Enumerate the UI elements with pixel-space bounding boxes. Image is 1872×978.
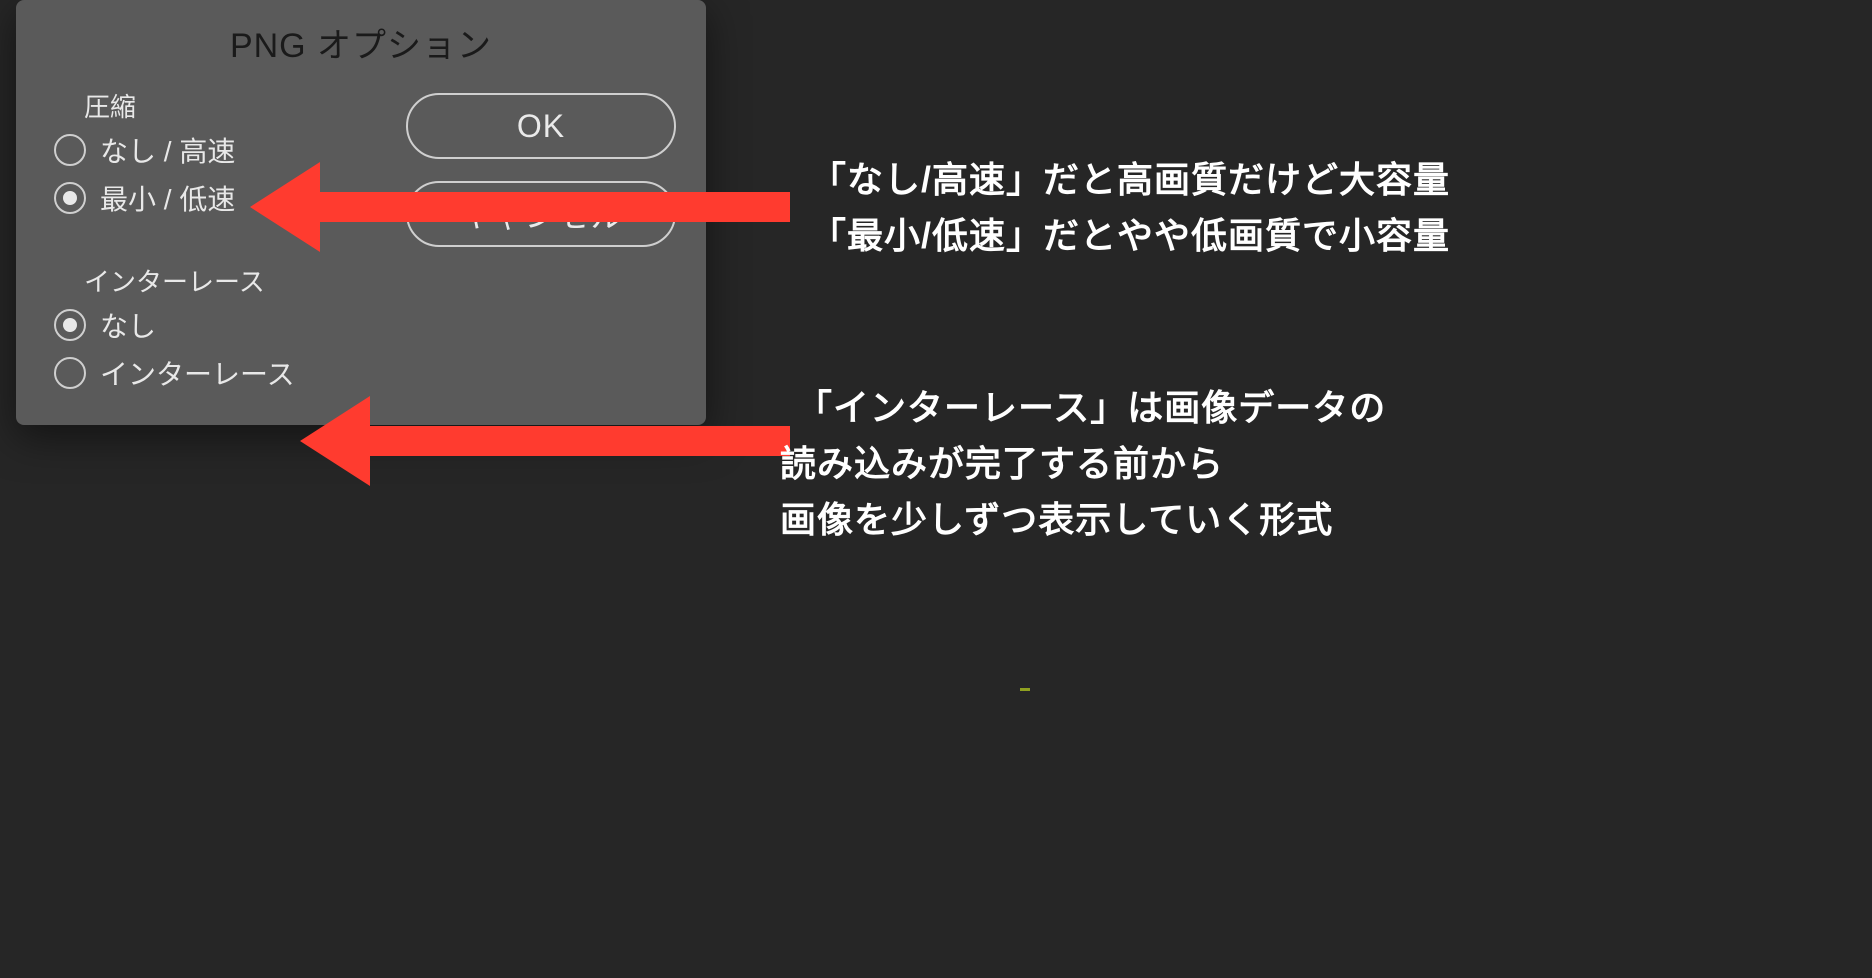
radio-label: 最小 / 低速 (100, 178, 235, 218)
radio-icon (54, 134, 86, 166)
interlace-label: インターレース (46, 262, 388, 301)
note-interlace-line1: 「インターレース」は画像データの (796, 380, 1386, 436)
dialog-title: PNG オプション (16, 0, 706, 81)
radio-icon (54, 309, 86, 341)
radio-interlace-interlace[interactable]: インターレース (46, 349, 388, 397)
cancel-button[interactable]: キャンセル (406, 181, 676, 247)
radio-label: なし (100, 305, 156, 345)
interlace-section: インターレース なし インターレース (46, 262, 388, 397)
note-compression-line2: 「最小/低速」だとやや低画質で小容量 (810, 208, 1450, 264)
note-compression-line1: 「なし/高速」だと高画質だけど大容量 (810, 152, 1450, 208)
compression-section: 圧縮 なし / 高速 最小 / 低速 (46, 87, 388, 222)
radio-label: インターレース (100, 353, 295, 393)
png-options-dialog: PNG オプション 圧縮 なし / 高速 最小 / 低速 インターレース (16, 0, 706, 425)
note-interlace-line3: 画像を少しずつ表示していく形式 (780, 492, 1333, 548)
options-column: 圧縮 なし / 高速 最小 / 低速 インターレース なし (46, 87, 388, 397)
radio-interlace-none[interactable]: なし (46, 301, 388, 349)
radio-icon (54, 182, 86, 214)
decorative-speck (1020, 688, 1030, 691)
radio-label: なし / 高速 (100, 130, 235, 170)
ok-button[interactable]: OK (406, 93, 676, 159)
radio-compression-min-slow[interactable]: 最小 / 低速 (46, 174, 388, 222)
dialog-body: 圧縮 なし / 高速 最小 / 低速 インターレース なし (16, 81, 706, 397)
note-interlace-line2: 読み込みが完了する前から (780, 436, 1224, 492)
radio-compression-none-fast[interactable]: なし / 高速 (46, 126, 388, 174)
buttons-column: OK キャンセル (406, 87, 676, 397)
radio-icon (54, 357, 86, 389)
compression-label: 圧縮 (46, 87, 388, 126)
